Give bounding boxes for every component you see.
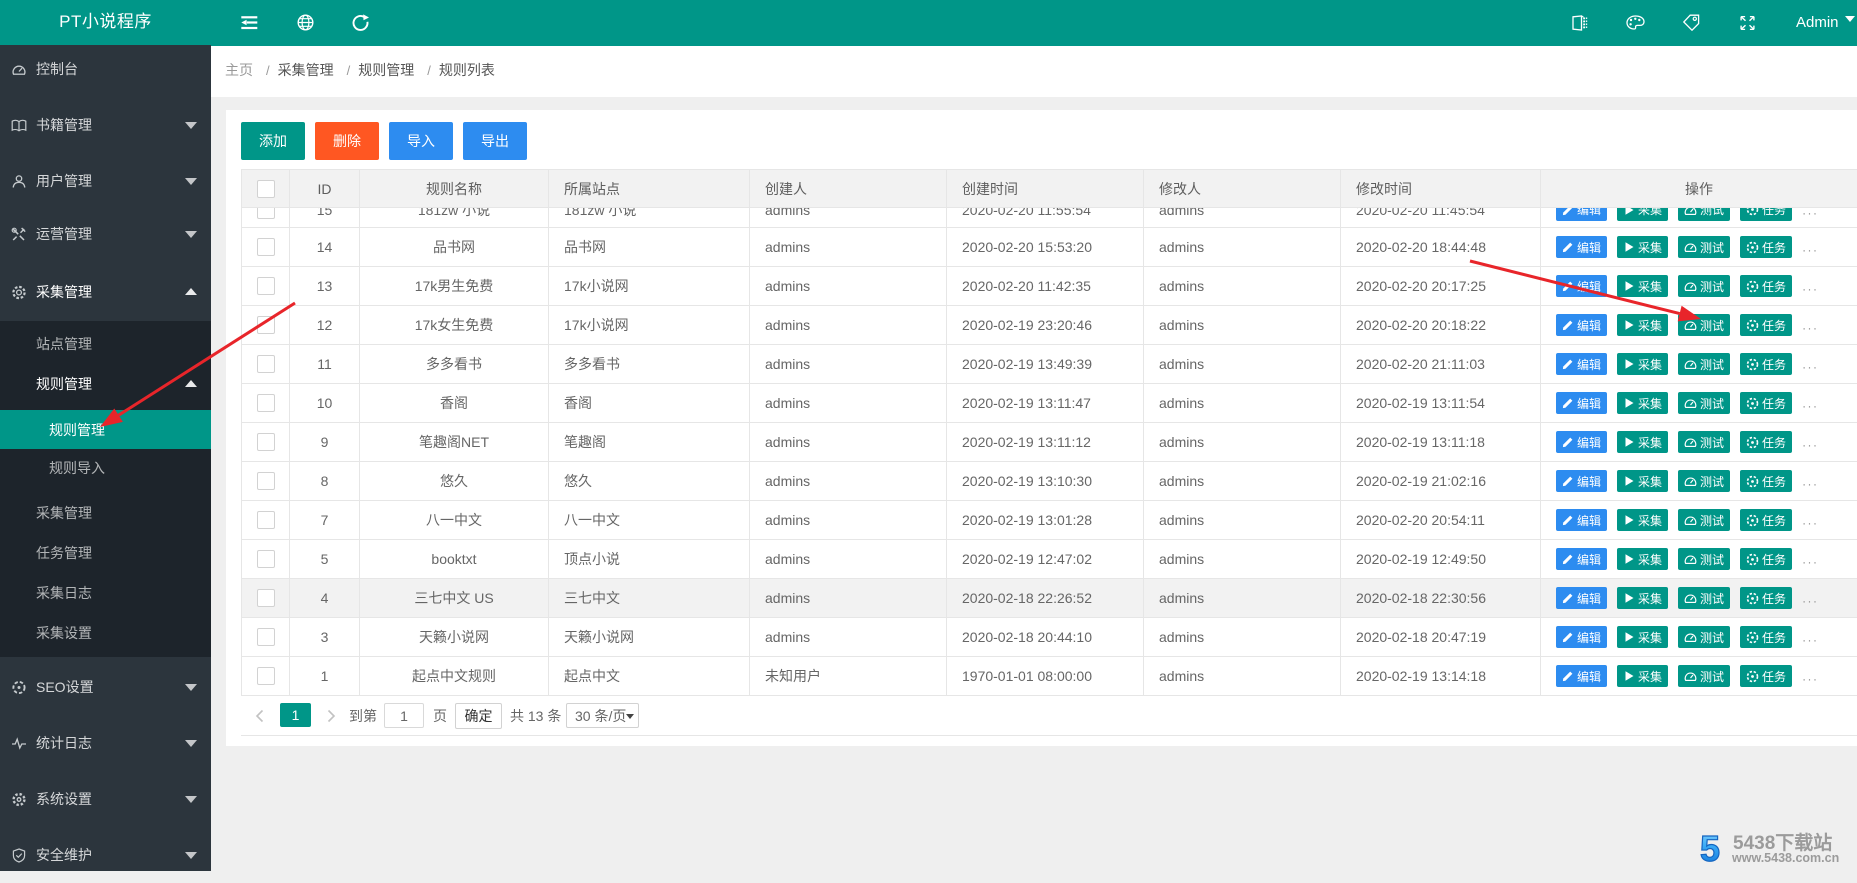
svg-text:www.5438.com.cn: www.5438.com.cn <box>1731 851 1839 865</box>
svg-text:5: 5 <box>1700 828 1720 868</box>
